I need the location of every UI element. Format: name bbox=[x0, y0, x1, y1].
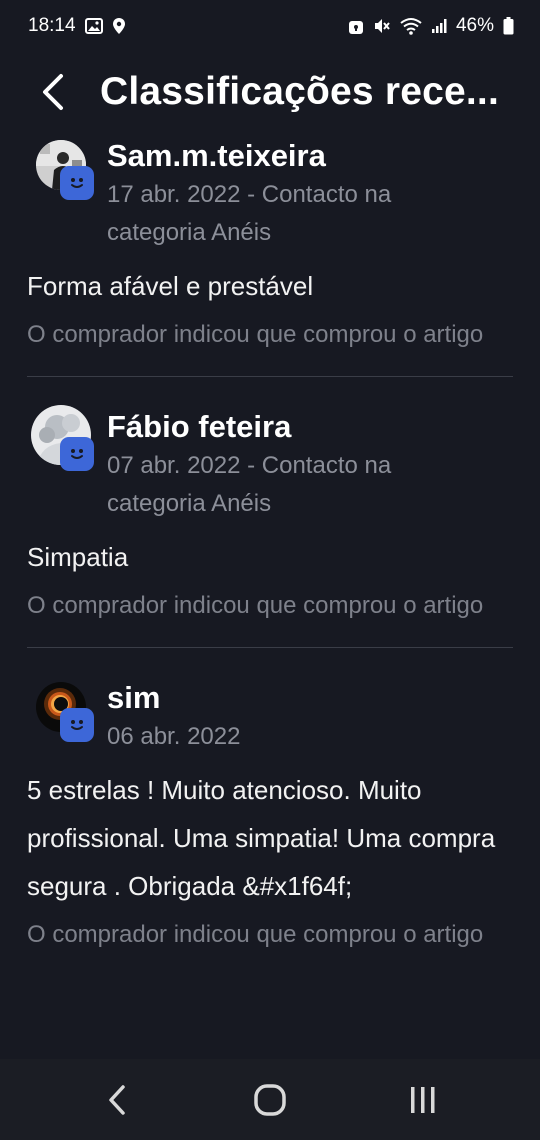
back-arrow-icon bbox=[43, 74, 63, 110]
reviewer-name[interactable]: Fábio feteira bbox=[107, 407, 487, 447]
purchase-note: O comprador indicou que comprou o artigo bbox=[27, 921, 484, 948]
review-text: Simpatia bbox=[27, 542, 129, 572]
divider bbox=[27, 647, 513, 648]
review-item: sim 06 abr. 2022 5 estrelas ! Muito aten… bbox=[0, 674, 540, 954]
status-time: 18:14 bbox=[28, 15, 76, 36]
back-icon bbox=[108, 1084, 125, 1115]
review-header: Sam.m.teixeira 17 abr. 2022 - Contacto n… bbox=[27, 132, 513, 252]
home-icon bbox=[254, 1083, 286, 1116]
review-meta: 06 abr. 2022 bbox=[107, 723, 241, 750]
purchase-note: O comprador indicou que comprou o artigo bbox=[27, 592, 484, 619]
location-icon bbox=[112, 17, 126, 35]
divider bbox=[27, 376, 513, 377]
blue-face-badge-icon bbox=[60, 708, 94, 742]
page-title: Classificações rece... bbox=[100, 70, 499, 113]
battery-icon bbox=[503, 17, 514, 35]
wifi-icon bbox=[400, 17, 422, 35]
blue-face-badge-icon bbox=[60, 166, 94, 200]
battery-percent: 46% bbox=[455, 15, 494, 36]
nav-home-button[interactable] bbox=[225, 1065, 315, 1135]
status-right: 46% bbox=[348, 15, 514, 37]
nav-back-button[interactable] bbox=[72, 1065, 162, 1135]
avatar-container[interactable] bbox=[27, 403, 107, 471]
review-item: Fábio feteira 07 abr. 2022 - Contacto na… bbox=[0, 403, 540, 625]
system-nav-bar bbox=[0, 1059, 540, 1140]
status-bar: 18:14 46% bbox=[0, 0, 540, 52]
reviewer-name[interactable]: Sam.m.teixeira bbox=[107, 136, 487, 176]
review-text: 5 estrelas ! Muito atencioso. Muito prof… bbox=[27, 775, 496, 901]
avatar-container[interactable] bbox=[27, 132, 107, 200]
review-meta: 07 abr. 2022 - Contacto na categoria Ané… bbox=[107, 452, 392, 517]
blue-face-badge-icon bbox=[60, 437, 94, 471]
lock-icon bbox=[348, 17, 364, 35]
status-left: 18:14 bbox=[28, 15, 126, 37]
review-item: Sam.m.teixeira 17 abr. 2022 - Contacto n… bbox=[0, 128, 540, 354]
mute-icon bbox=[373, 17, 391, 35]
reviewer-info: Sam.m.teixeira 17 abr. 2022 - Contacto n… bbox=[107, 132, 487, 252]
back-button[interactable] bbox=[22, 62, 82, 122]
reviewer-name[interactable]: sim bbox=[107, 678, 487, 718]
gallery-icon bbox=[84, 18, 103, 34]
app-header: Classificações rece... bbox=[0, 56, 540, 128]
avatar-container[interactable] bbox=[27, 674, 107, 742]
reviewer-info: Fábio feteira 07 abr. 2022 - Contacto na… bbox=[107, 403, 487, 523]
recents-icon bbox=[411, 1086, 435, 1113]
nav-recents-button[interactable] bbox=[378, 1065, 468, 1135]
signal-icon bbox=[431, 18, 447, 34]
purchase-note: O comprador indicou que comprou o artigo bbox=[27, 321, 484, 348]
review-header: sim 06 abr. 2022 bbox=[27, 674, 513, 756]
review-text: Forma afável e prestável bbox=[27, 271, 314, 301]
reviews-list[interactable]: Sam.m.teixeira 17 abr. 2022 - Contacto n… bbox=[0, 128, 540, 1059]
review-meta: 17 abr. 2022 - Contacto na categoria Ané… bbox=[107, 181, 392, 246]
reviewer-info: sim 06 abr. 2022 bbox=[107, 674, 487, 756]
review-header: Fábio feteira 07 abr. 2022 - Contacto na… bbox=[27, 403, 513, 523]
